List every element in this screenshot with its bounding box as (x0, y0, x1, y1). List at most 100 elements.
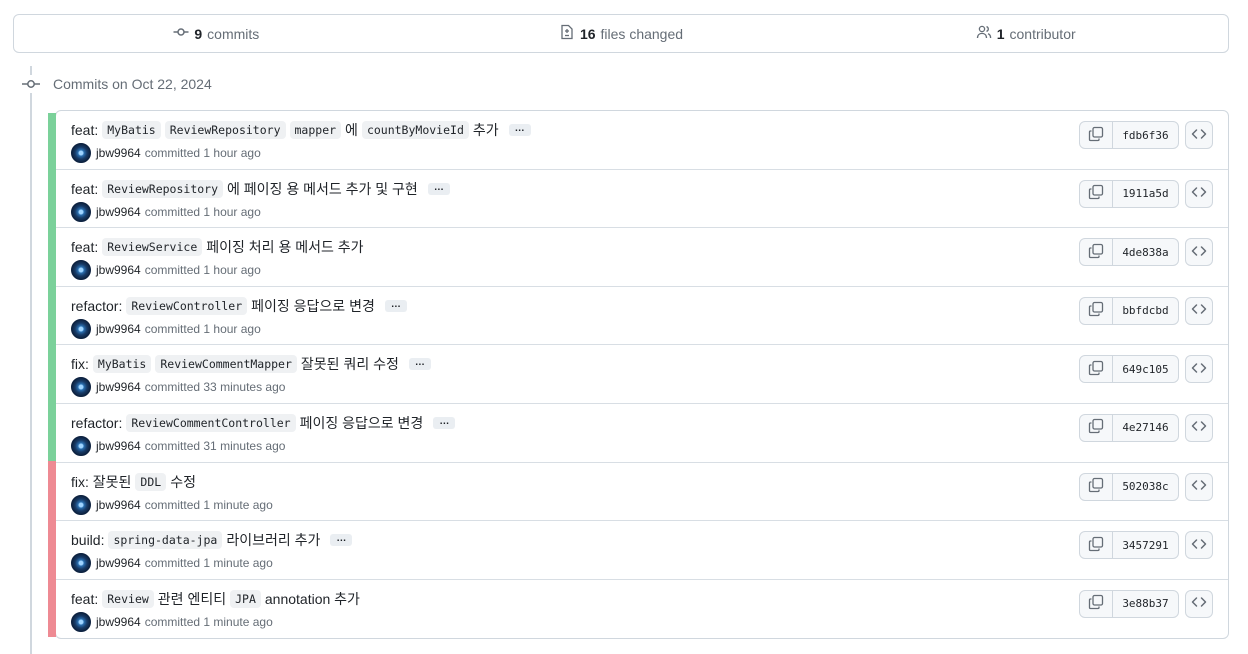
browse-repo-button[interactable] (1185, 179, 1213, 208)
contributors-summary[interactable]: 1 contributor (823, 24, 1228, 43)
commit-meta: jbw9964 committed 1 hour ago (71, 260, 261, 281)
commit-meta: jbw9964 committed 1 hour ago (71, 318, 261, 339)
commit-message-text: refactor: (71, 414, 123, 431)
browse-repo-button[interactable] (1185, 531, 1213, 560)
commit-message-link[interactable]: feat: Review 관련 엔티티 JPA annotation 추가 (71, 589, 360, 609)
commit-message-link[interactable]: feat: ReviewService 페이징 처리 용 메서드 추가 (71, 237, 364, 257)
commit-message-text: feat: (71, 590, 99, 607)
browse-repo-button[interactable] (1185, 355, 1213, 384)
copy-sha-button[interactable] (1080, 180, 1113, 207)
expand-message-button[interactable]: … (408, 358, 431, 371)
commit-meta: jbw9964 committed 31 minutes ago (71, 435, 285, 456)
author-link[interactable]: jbw9964 (96, 205, 141, 219)
commit-message-link[interactable]: refactor: ReviewCommentController 페이징 응답… (71, 413, 456, 433)
expand-message-button[interactable]: … (384, 299, 407, 312)
commit-message-link[interactable]: feat: ReviewRepository 에 페이징 용 메서드 추가 및 … (71, 179, 450, 199)
commit-message-code: DDL (135, 472, 167, 491)
commit-message-link[interactable]: build: spring-data-jpa 라이브러리 추가… (71, 530, 353, 550)
browse-repo-button[interactable] (1185, 238, 1213, 267)
author-link[interactable]: jbw9964 (96, 146, 141, 160)
sha-button-group: 3457291 (1079, 531, 1179, 560)
avatar[interactable] (71, 318, 91, 339)
copy-sha-button[interactable] (1080, 473, 1113, 500)
author-link[interactable]: jbw9964 (96, 439, 141, 453)
commit-message-link[interactable]: feat: MyBatis ReviewRepository mapper 에 co… (71, 120, 531, 140)
commit-row: feat: ReviewService 페이징 처리 용 메서드 추가 jbw9… (56, 228, 1228, 287)
commit-sha-link[interactable]: bbfdcbd (1113, 298, 1178, 324)
commit-sha-link[interactable]: 649c105 (1113, 356, 1178, 382)
author-link[interactable]: jbw9964 (96, 615, 141, 629)
commit-message-code: ReviewRepository (102, 179, 224, 198)
commit-sha-link[interactable]: 3457291 (1113, 532, 1178, 558)
commit-meta: jbw9964 committed 1 minute ago (71, 494, 273, 515)
commit-message-link[interactable]: fix: 잘못된 DDL 수정 (71, 472, 196, 492)
commit-sha-link[interactable]: 4e27146 (1113, 415, 1178, 441)
commit-row: feat: ReviewRepository 에 페이징 용 메서드 추가 및 … (56, 170, 1228, 229)
pr-summary-bar: 9 commits 16 files changed 1 contributor (13, 14, 1229, 53)
code-icon (1191, 243, 1207, 262)
commits-summary[interactable]: 9 commits (14, 24, 419, 43)
contributors-label: contributor (1009, 25, 1076, 42)
sha-button-group: 4e27146 (1079, 413, 1179, 442)
avatar[interactable] (71, 377, 91, 398)
avatar[interactable] (71, 143, 91, 163)
commit-sha-link[interactable]: fdb6f36 (1113, 122, 1178, 148)
browse-repo-button[interactable] (1185, 296, 1213, 325)
commit-sha-link[interactable]: 3e88b37 (1113, 591, 1178, 617)
commit-actions: bbfdcbd (1079, 296, 1213, 325)
files-changed-summary[interactable]: 16 files changed (419, 24, 824, 43)
copy-icon (1088, 243, 1104, 262)
commit-time: committed 1 hour ago (144, 263, 261, 278)
code-icon (1191, 301, 1207, 320)
copy-sha-button[interactable] (1080, 239, 1113, 266)
expand-message-button[interactable]: … (508, 124, 531, 136)
commit-time: committed 1 minute ago (144, 614, 273, 629)
copy-sha-button[interactable] (1080, 297, 1113, 324)
expand-message-button[interactable]: … (433, 416, 456, 429)
browse-repo-button[interactable] (1185, 121, 1213, 149)
commit-message-text: build: (71, 532, 105, 549)
commit-meta: jbw9964 committed 1 minute ago (71, 611, 273, 632)
commit-sha-link[interactable]: 1911a5d (1113, 181, 1178, 207)
sha-button-group: bbfdcbd (1079, 296, 1179, 325)
commit-actions: 4de838a (1079, 238, 1213, 267)
author-link[interactable]: jbw9964 (96, 556, 141, 570)
code-icon (1191, 594, 1207, 613)
avatar[interactable] (71, 494, 91, 515)
commit-time: committed 1 hour ago (144, 321, 261, 336)
author-link[interactable]: jbw9964 (96, 263, 141, 277)
author-link[interactable]: jbw9964 (96, 380, 141, 394)
commit-message-code: ReviewService (102, 238, 203, 257)
avatar[interactable] (71, 611, 91, 632)
copy-sha-button[interactable] (1080, 590, 1113, 617)
browse-repo-button[interactable] (1185, 413, 1213, 442)
browse-repo-button[interactable] (1185, 472, 1213, 501)
commit-sha-link[interactable]: 4de838a (1113, 239, 1178, 265)
avatar[interactable] (71, 201, 91, 222)
browse-repo-button[interactable] (1185, 589, 1213, 618)
copy-sha-button[interactable] (1080, 414, 1113, 441)
commit-group-stripe-red (48, 461, 56, 637)
copy-sha-button[interactable] (1080, 122, 1113, 148)
commit-actions: 649c105 (1079, 355, 1213, 384)
expand-message-button[interactable]: … (330, 534, 353, 547)
author-link[interactable]: jbw9964 (96, 322, 141, 336)
commit-message-link[interactable]: refactor: ReviewController 페이징 응답으로 변경… (71, 296, 407, 316)
commit-actions: 1911a5d (1079, 179, 1213, 208)
author-link[interactable]: jbw9964 (96, 498, 141, 512)
avatar[interactable] (71, 260, 91, 281)
avatar[interactable] (71, 435, 91, 456)
commit-row: feat: MyBatis ReviewRepository mapper 에 co… (56, 111, 1228, 170)
commit-message-link[interactable]: fix: MyBatis ReviewCommentMapper 잘못된 쿼리 수… (71, 354, 431, 374)
commit-sha-link[interactable]: 502038c (1113, 474, 1178, 500)
commit-message-code: MyBatis (92, 355, 152, 374)
commit-time: committed 1 hour ago (144, 204, 261, 219)
commit-time: committed 33 minutes ago (144, 380, 286, 395)
commit-row: refactor: ReviewController 페이징 응답으로 변경… … (56, 287, 1228, 346)
commit-time: committed 1 hour ago (144, 146, 261, 160)
expand-message-button[interactable]: … (427, 182, 450, 195)
avatar[interactable] (71, 553, 91, 574)
sha-button-group: 4de838a (1079, 238, 1179, 267)
copy-sha-button[interactable] (1080, 532, 1113, 559)
copy-sha-button[interactable] (1080, 356, 1113, 383)
